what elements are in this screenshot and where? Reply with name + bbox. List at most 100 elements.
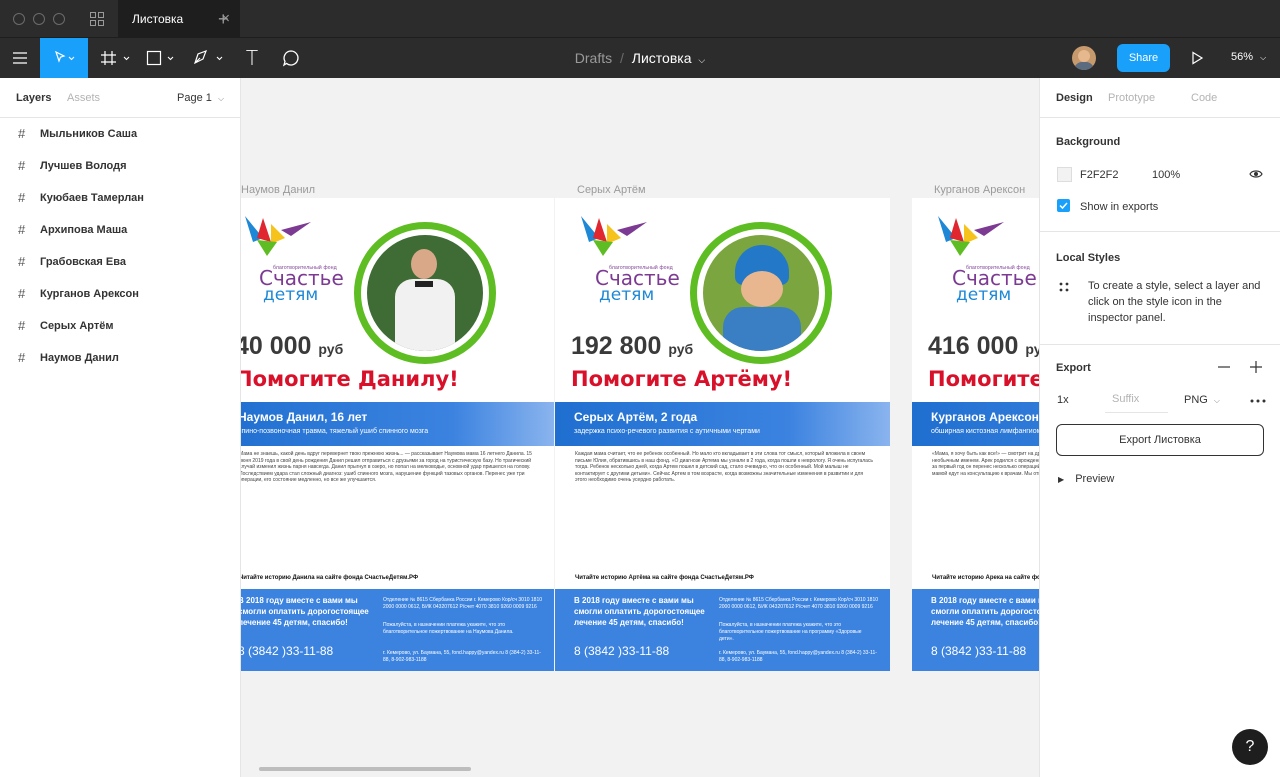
- zoom-dropdown[interactable]: 56% ⌵: [1231, 51, 1266, 63]
- more-options-icon[interactable]: [1250, 399, 1266, 403]
- layer-name: Курганов Арексон: [40, 288, 139, 300]
- local-styles-section: Local Styles To create a style, select a…: [1040, 232, 1280, 345]
- horizontal-scrollbar[interactable]: [259, 767, 471, 771]
- read-more-text: Читайте историю Артёма на сайте фонда Сч…: [575, 575, 754, 581]
- layer-name: Лучшев Володя: [40, 160, 127, 172]
- layers-panel: Layers Assets Page 1 ⌵ # Мыльников Саша #…: [0, 78, 241, 777]
- frame-icon: #: [18, 254, 26, 269]
- checkmark-icon: [1059, 202, 1068, 210]
- zoom-level: 56%: [1231, 51, 1254, 63]
- read-more-text: Читайте историю Данила на сайте фонда Сч…: [241, 575, 419, 581]
- breadcrumb-separator: /: [620, 50, 624, 66]
- remove-export-icon[interactable]: [1218, 366, 1230, 368]
- local-styles-hint: To create a style, select a layer and cl…: [1088, 280, 1261, 324]
- brand-line2: детям: [599, 285, 655, 305]
- hummingbird-logo: [245, 216, 311, 256]
- export-suffix-input[interactable]: Suffix: [1105, 385, 1168, 413]
- maximize-window-icon[interactable]: [53, 13, 65, 25]
- frame-icon: #: [18, 286, 26, 301]
- sum-amount: 192 800 руб: [571, 332, 694, 360]
- layer-item[interactable]: # Наумов Данил: [0, 342, 240, 374]
- photo-ring: [354, 222, 496, 364]
- layer-item[interactable]: # Курганов Арексон: [0, 278, 240, 310]
- layer-item[interactable]: # Серых Артём: [0, 310, 240, 342]
- tab-design[interactable]: Design: [1056, 92, 1093, 104]
- bg-opacity[interactable]: 100%: [1152, 169, 1180, 181]
- flyer-footer: В 2018 году вместе с вами мы смогли опла…: [912, 589, 1039, 671]
- brand-line2: детям: [956, 285, 1012, 305]
- share-button[interactable]: Share: [1117, 44, 1170, 72]
- file-tab-title: Листовка: [132, 12, 184, 26]
- flyer-footer: В 2018 году вместе с вами мы смогли опла…: [241, 589, 554, 671]
- layer-name: Архипова Маша: [40, 224, 128, 236]
- layer-list: # Мыльников Саша # Лучшев Володя # Куюбаев …: [0, 118, 240, 374]
- file-name[interactable]: Листовка: [632, 50, 692, 66]
- layer-name: Наумов Данил: [40, 352, 119, 364]
- eye-icon[interactable]: [1249, 169, 1263, 179]
- preview-toggle[interactable]: ▶ Preview: [1058, 473, 1114, 485]
- export-format: PNG: [1184, 394, 1208, 406]
- headline: Помогите Артёму!: [571, 367, 793, 391]
- frame-label[interactable]: Курганов Арексон: [934, 184, 1025, 196]
- frame-label[interactable]: Наумов Данил: [241, 184, 315, 196]
- name-banner: Наумов Данил, 16 лет спино-позвоночная тр…: [241, 402, 554, 446]
- story-text: Мама не знаешь, какой день вдруг перевер…: [241, 451, 532, 483]
- child-photo: [703, 235, 819, 351]
- breadcrumb-drafts[interactable]: Drafts: [575, 50, 612, 66]
- bg-color-hex[interactable]: F2F2F2: [1080, 169, 1119, 181]
- chevron-down-icon: ⌵: [1260, 53, 1267, 62]
- close-window-icon[interactable]: [13, 13, 25, 25]
- minimize-window-icon[interactable]: [33, 13, 45, 25]
- window-titlebar: Листовка × +: [0, 0, 1280, 38]
- name-banner: Курганов Арексон обширная кистозная лимфа…: [912, 402, 1039, 446]
- avatar[interactable]: [1072, 46, 1096, 70]
- show-in-exports-label: Show in exports: [1080, 201, 1159, 213]
- canvas[interactable]: Наумов Данил благотворительный фонд Счасть…: [241, 78, 1039, 777]
- right-panel-tabs: Design Prototype Code: [1040, 78, 1280, 118]
- frame-icon: #: [18, 318, 26, 333]
- frame-label[interactable]: Серых Артём: [577, 184, 646, 196]
- brand-line2: детям: [263, 285, 319, 305]
- tab-prototype[interactable]: Prototype: [1108, 92, 1155, 104]
- add-export-icon[interactable]: [1250, 361, 1262, 373]
- frame-icon: #: [18, 190, 26, 205]
- layer-item[interactable]: # Архипова Маша: [0, 214, 240, 246]
- export-format-dropdown[interactable]: PNG ⌵: [1184, 394, 1220, 406]
- child-photo: [367, 235, 483, 351]
- files-grid-icon[interactable]: [90, 12, 104, 26]
- background-title: Background: [1056, 136, 1121, 148]
- layer-item[interactable]: # Грабовская Ева: [0, 246, 240, 278]
- play-icon[interactable]: [1190, 51, 1204, 65]
- hummingbird-logo: [938, 216, 1004, 256]
- headline: Помогите Арексону!: [928, 367, 1039, 391]
- caret-right-icon: ▶: [1058, 475, 1065, 484]
- layer-name: Серых Артём: [40, 320, 114, 332]
- layer-name: Грабовская Ева: [40, 256, 126, 268]
- export-button[interactable]: Export Листовка: [1056, 424, 1264, 456]
- properties-panel: Design Prototype Code Background F2F2F2 …: [1039, 78, 1280, 777]
- background-section: Background F2F2F2 100% Show in exports: [1040, 118, 1280, 232]
- export-scale[interactable]: 1x: [1057, 394, 1069, 406]
- photo-ring: [690, 222, 832, 364]
- sum-amount: 40 000 руб: [241, 332, 344, 360]
- layer-name: Мыльников Саша: [40, 128, 138, 140]
- show-in-exports-checkbox[interactable]: [1057, 199, 1070, 212]
- frame-icon: #: [18, 222, 26, 237]
- local-styles-title: Local Styles: [1056, 252, 1121, 264]
- frame-icon: #: [18, 350, 26, 365]
- color-swatch[interactable]: [1057, 167, 1072, 182]
- headline: Помогите Данилу!: [241, 367, 459, 391]
- tab-assets[interactable]: Assets: [67, 92, 100, 104]
- chevron-down-icon[interactable]: ⌵: [698, 55, 705, 65]
- layer-item[interactable]: # Мыльников Саша: [0, 118, 240, 150]
- layer-item[interactable]: # Куюбаев Тамерлан: [0, 182, 240, 214]
- help-button[interactable]: ?: [1232, 729, 1268, 765]
- page-selector[interactable]: Page 1 ⌵: [177, 92, 224, 104]
- tab-layers[interactable]: Layers: [16, 92, 51, 104]
- tab-code[interactable]: Code: [1191, 92, 1217, 104]
- new-tab-icon[interactable]: +: [218, 9, 229, 30]
- page-name: Page 1: [177, 92, 212, 104]
- layer-item[interactable]: # Лучшев Володя: [0, 150, 240, 182]
- flyer-footer: В 2018 году вместе с вами мы смогли опла…: [555, 589, 890, 671]
- layer-name: Куюбаев Тамерлан: [40, 192, 144, 204]
